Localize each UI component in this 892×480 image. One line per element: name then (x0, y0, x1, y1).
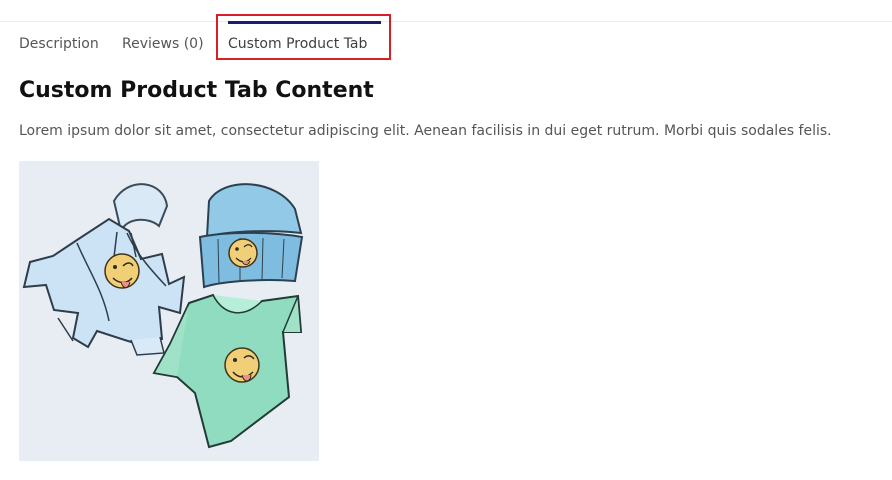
tabs-top-divider (0, 21, 892, 22)
tab-reviews[interactable]: Reviews (0) (122, 34, 204, 56)
tab-custom-product[interactable]: Custom Product Tab (228, 21, 382, 56)
tab-description[interactable]: Description (19, 34, 99, 56)
tab-content-heading: Custom Product Tab Content (19, 78, 374, 103)
clothing-illustration (19, 161, 319, 461)
product-image (19, 161, 319, 461)
tab-content-paragraph: Lorem ipsum dolor sit amet, consectetur … (19, 123, 832, 139)
beanie-illustration (198, 183, 304, 289)
